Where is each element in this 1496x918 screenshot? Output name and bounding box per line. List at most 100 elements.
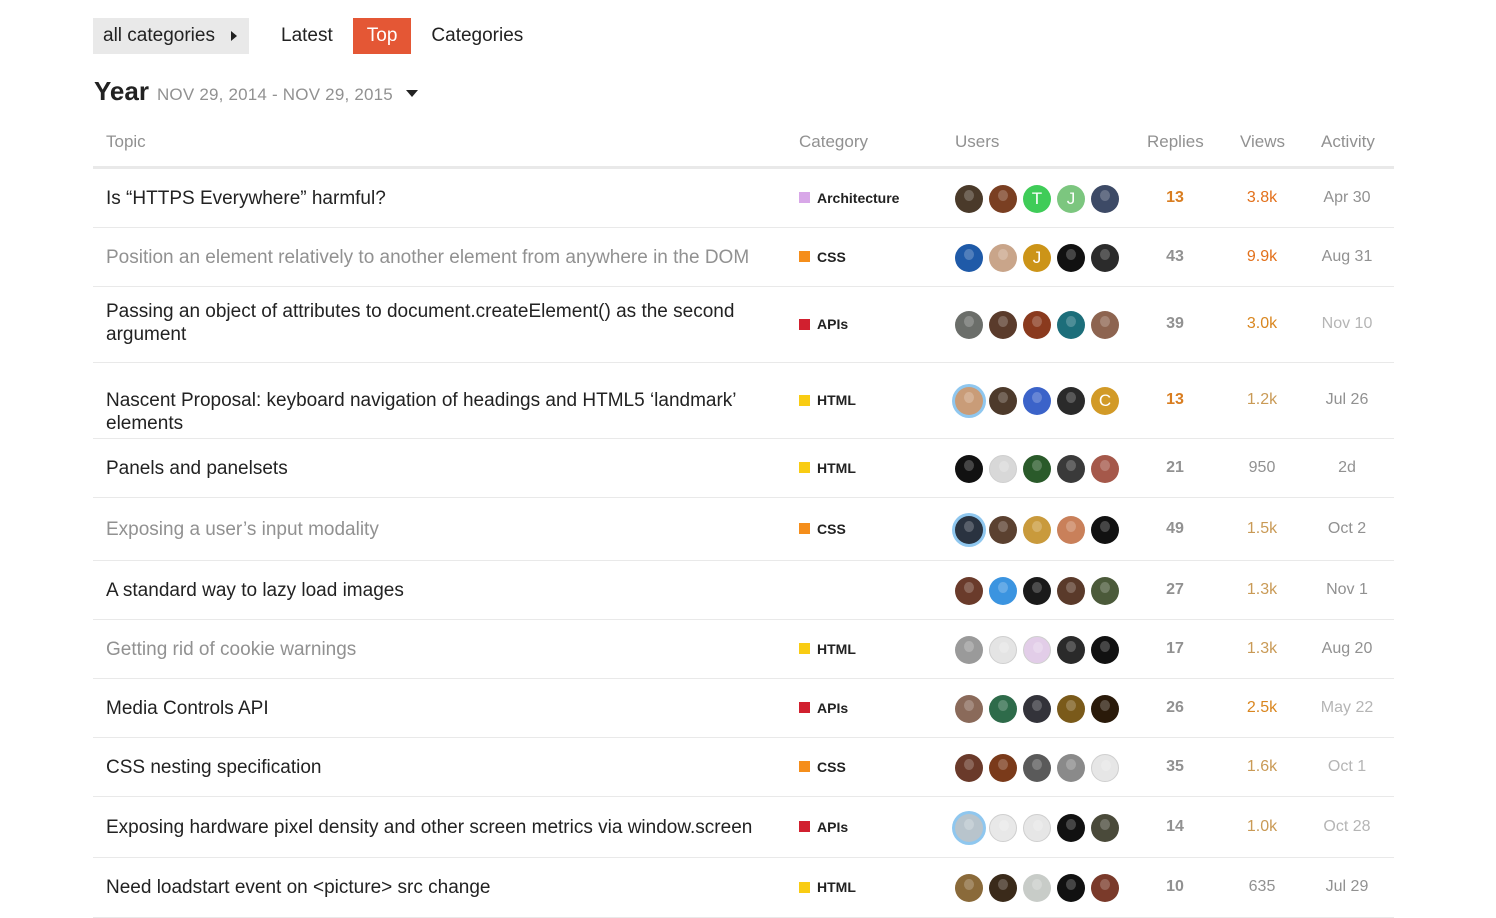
user-avatar[interactable]: J (1023, 243, 1051, 272)
topic-title-link[interactable]: Passing an object of attributes to docum… (106, 300, 756, 346)
topic-row[interactable]: Passing an object of attributes to docum… (93, 287, 1394, 363)
topic-title-link[interactable]: CSS nesting specification (106, 756, 756, 779)
category-badge[interactable]: HTML (799, 460, 856, 476)
replies-count[interactable]: 10 (1140, 878, 1210, 896)
category-dropdown[interactable]: all categories (93, 18, 249, 54)
column-activity[interactable]: Activity (1321, 132, 1375, 152)
user-avatar[interactable] (1091, 184, 1119, 213)
replies-count[interactable]: 17 (1140, 640, 1210, 658)
user-avatar[interactable] (955, 243, 983, 272)
user-avatar[interactable] (955, 311, 983, 339)
user-avatar[interactable] (1023, 753, 1051, 782)
topic-row[interactable]: Exposing hardware pixel density and othe… (93, 797, 1394, 858)
user-avatar[interactable] (1023, 813, 1051, 842)
topic-title-link[interactable]: Exposing hardware pixel density and othe… (106, 816, 756, 839)
topic-title-link[interactable]: Nascent Proposal: keyboard navigation of… (106, 389, 756, 435)
period-selector[interactable]: Year NOV 29, 2014 - NOV 29, 2015 (94, 76, 418, 107)
user-avatar[interactable] (1091, 576, 1119, 605)
user-avatar[interactable] (989, 753, 1017, 782)
user-avatar[interactable] (955, 753, 983, 782)
topic-row[interactable]: Media Controls API APIs 26 2.5k May 22 (93, 679, 1394, 738)
user-avatar[interactable] (989, 576, 1017, 605)
user-avatar[interactable]: C (1091, 387, 1119, 415)
column-category[interactable]: Category (799, 132, 868, 152)
topic-row[interactable]: CSS nesting specification CSS 35 1.6k Oct 1 (93, 738, 1394, 797)
user-avatar[interactable]: J (1057, 184, 1085, 213)
topic-title-link[interactable]: Media Controls API (106, 697, 756, 720)
user-avatar[interactable] (955, 454, 983, 483)
column-users[interactable]: Users (955, 132, 999, 152)
topic-row[interactable]: Nascent Proposal: keyboard navigation of… (93, 363, 1394, 439)
user-avatar[interactable] (1057, 515, 1085, 544)
user-avatar[interactable] (989, 635, 1017, 664)
replies-count[interactable]: 13 (1140, 391, 1210, 409)
user-avatar[interactable] (955, 635, 983, 664)
category-badge[interactable]: HTML (799, 641, 856, 657)
user-avatar[interactable] (989, 243, 1017, 272)
activity-date[interactable]: Nov 1 (1307, 581, 1387, 599)
user-avatar[interactable] (989, 387, 1017, 415)
user-avatar[interactable] (989, 874, 1017, 902)
user-avatar[interactable] (1023, 515, 1051, 544)
replies-count[interactable]: 21 (1140, 459, 1210, 477)
activity-date[interactable]: Aug 31 (1307, 248, 1387, 266)
user-avatar[interactable] (1023, 387, 1051, 415)
topic-title-link[interactable]: Panels and panelsets (106, 457, 756, 480)
nav-categories[interactable]: Categories (417, 18, 537, 54)
chevron-down-icon[interactable] (405, 90, 418, 97)
category-badge[interactable]: APIs (799, 819, 848, 835)
user-avatar[interactable] (955, 515, 983, 544)
user-avatar[interactable] (989, 515, 1017, 544)
column-views[interactable]: Views (1240, 132, 1285, 152)
user-avatar[interactable] (1057, 387, 1085, 415)
user-avatar[interactable] (1023, 874, 1051, 902)
user-avatar[interactable] (1057, 694, 1085, 723)
user-avatar[interactable] (1057, 243, 1085, 272)
replies-count[interactable]: 27 (1140, 581, 1210, 599)
user-avatar[interactable] (989, 454, 1017, 483)
user-avatar[interactable] (1057, 454, 1085, 483)
user-avatar[interactable] (1057, 813, 1085, 842)
user-avatar[interactable] (955, 387, 983, 415)
replies-count[interactable]: 35 (1140, 758, 1210, 776)
user-avatar[interactable] (989, 813, 1017, 842)
category-badge[interactable]: CSS (799, 759, 846, 775)
category-badge[interactable]: APIs (799, 316, 848, 332)
user-avatar[interactable] (1057, 753, 1085, 782)
topic-title-link[interactable]: Getting rid of cookie warnings (106, 638, 756, 661)
column-replies[interactable]: Replies (1147, 132, 1204, 152)
topic-title-link[interactable]: Position an element relatively to anothe… (106, 246, 756, 269)
activity-date[interactable]: Nov 10 (1307, 315, 1387, 333)
user-avatar[interactable] (989, 311, 1017, 339)
category-badge[interactable]: CSS (799, 521, 846, 537)
user-avatar[interactable] (1091, 454, 1119, 483)
user-avatar[interactable] (989, 694, 1017, 723)
activity-date[interactable]: Jul 29 (1307, 878, 1387, 896)
activity-date[interactable]: Oct 1 (1307, 758, 1387, 776)
replies-count[interactable]: 14 (1140, 818, 1210, 836)
topic-title-link[interactable]: A standard way to lazy load images (106, 579, 756, 602)
replies-count[interactable]: 49 (1140, 520, 1210, 538)
user-avatar[interactable] (1023, 694, 1051, 723)
user-avatar[interactable] (1091, 515, 1119, 544)
topic-row[interactable]: A standard way to lazy load images 27 1.3k… (93, 561, 1394, 620)
category-badge[interactable]: HTML (799, 879, 856, 895)
topic-row[interactable]: Position an element relatively to anothe… (93, 228, 1394, 287)
category-badge[interactable]: HTML (799, 392, 856, 408)
user-avatar[interactable] (1091, 874, 1119, 902)
activity-date[interactable]: Oct 2 (1307, 520, 1387, 538)
user-avatar[interactable] (1023, 454, 1051, 483)
user-avatar[interactable]: T (1023, 184, 1051, 213)
user-avatar[interactable] (1023, 635, 1051, 664)
topic-title-link[interactable]: Exposing a user’s input modality (106, 518, 756, 541)
user-avatar[interactable] (1091, 311, 1119, 339)
user-avatar[interactable] (1023, 576, 1051, 605)
user-avatar[interactable] (955, 813, 983, 842)
topic-row[interactable]: Getting rid of cookie warnings HTML 17 1.3k… (93, 620, 1394, 679)
topic-row[interactable]: Panels and panelsets HTML 21 950 2d (93, 439, 1394, 498)
user-avatar[interactable] (1091, 635, 1119, 664)
topic-row[interactable]: Exposing a user’s input modality CSS 49 1.5… (93, 498, 1394, 561)
user-avatar[interactable] (1091, 243, 1119, 272)
replies-count[interactable]: 43 (1140, 248, 1210, 266)
topic-row[interactable]: Need loadstart event on <picture> src ch… (93, 858, 1394, 918)
